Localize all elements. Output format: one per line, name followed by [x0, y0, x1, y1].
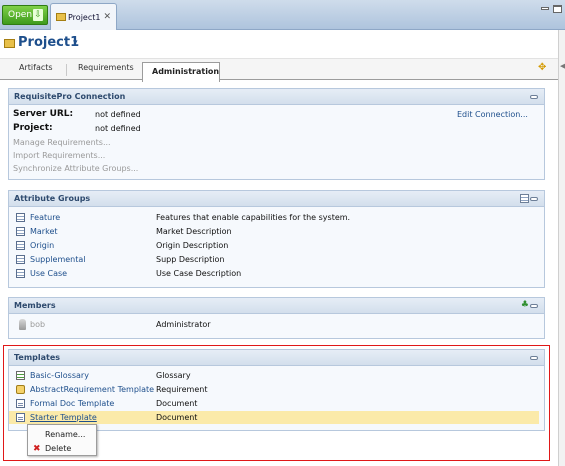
- open-label: Open: [8, 10, 33, 20]
- add-member-icon[interactable]: ♣: [521, 300, 529, 310]
- app-window: Open ⇩ Project1 ✕ Project1 ▾ ◀ Artifacts…: [0, 0, 565, 466]
- section-header[interactable]: Attribute Groups: [9, 191, 544, 207]
- server-url-value: not defined: [95, 110, 141, 119]
- pin-icon[interactable]: ✥: [538, 62, 550, 74]
- collapse-arrow-icon[interactable]: ◀: [560, 62, 565, 70]
- chevron-down-icon[interactable]: ▾: [73, 38, 78, 48]
- section-header[interactable]: RequisitePro Connection: [9, 89, 544, 105]
- top-toolbar: Open ⇩ Project1 ✕: [0, 0, 565, 30]
- editor-tab-project1[interactable]: Project1 ✕: [50, 3, 117, 30]
- collapse-icon[interactable]: [530, 95, 538, 99]
- attribute-group-description: Use Case Description: [156, 269, 242, 278]
- members-section: Members ♣ bob Administrator: [8, 297, 545, 339]
- attribute-groups-section: Attribute Groups Feature Features that e…: [8, 190, 545, 288]
- attribute-group-icon: [16, 241, 25, 250]
- context-menu: Rename... ✖ Delete: [27, 424, 97, 456]
- editor-header: Project1 ▾: [0, 30, 560, 58]
- attribute-group-link[interactable]: Use Case: [30, 269, 67, 281]
- section-header[interactable]: Members ♣: [9, 298, 544, 314]
- attribute-group-link[interactable]: Market: [30, 227, 58, 239]
- attribute-group-description: Origin Description: [156, 241, 229, 250]
- section-title: Members: [14, 301, 56, 310]
- open-button[interactable]: Open ⇩: [2, 5, 48, 25]
- attribute-group-description: Market Description: [156, 227, 232, 236]
- attribute-group-description: Features that enable capabilities for th…: [156, 213, 351, 222]
- folder-icon: [56, 13, 66, 21]
- rename-menu-item[interactable]: Rename...: [45, 430, 85, 439]
- collapse-icon[interactable]: [530, 304, 538, 308]
- attribute-group-description: Supp Description: [156, 255, 225, 264]
- tab-divider: [66, 64, 67, 76]
- maximize-button[interactable]: [553, 5, 562, 13]
- attribute-group-icon: [16, 255, 25, 264]
- delete-menu-item[interactable]: Delete: [45, 444, 71, 453]
- requisitepro-connection-section: RequisitePro Connection Server URL: not …: [8, 88, 545, 180]
- delete-icon: ✖: [33, 444, 41, 454]
- member-role: Administrator: [156, 320, 211, 329]
- attribute-group-icon: [16, 213, 25, 222]
- section-tabs: Artifacts Requirements Administration ✥: [0, 58, 558, 82]
- tab-artifacts[interactable]: Artifacts: [19, 63, 53, 72]
- project-label: Project:: [13, 123, 53, 133]
- member-name[interactable]: bob: [30, 320, 45, 332]
- synchronize-attribute-groups-action[interactable]: Synchronize Attribute Groups...: [13, 164, 138, 176]
- close-icon[interactable]: ✕: [103, 12, 111, 22]
- project-value: not defined: [95, 124, 141, 133]
- editor-tab-label: Project1: [68, 13, 101, 22]
- download-arrow-icon: ⇩: [33, 9, 43, 21]
- attribute-group-link[interactable]: Supplemental: [30, 255, 86, 267]
- attribute-group-icon: [16, 269, 25, 278]
- minimize-button[interactable]: [541, 7, 549, 10]
- tab-requirements[interactable]: Requirements: [78, 63, 134, 72]
- user-icon: [19, 319, 26, 330]
- project-folder-icon: [4, 39, 15, 48]
- attribute-group-link[interactable]: Feature: [30, 213, 60, 225]
- server-url-label: Server URL:: [13, 109, 74, 119]
- edit-connection-link[interactable]: Edit Connection...: [457, 110, 528, 122]
- section-title: Attribute Groups: [14, 194, 91, 203]
- collapse-icon[interactable]: [530, 197, 538, 201]
- attribute-group-link[interactable]: Origin: [30, 241, 54, 253]
- add-attribute-group-icon[interactable]: [520, 194, 529, 203]
- section-title: RequisitePro Connection: [14, 92, 126, 101]
- page-title: Project1: [18, 35, 80, 50]
- manage-requirements-action[interactable]: Manage Requirements...: [13, 138, 111, 150]
- side-collapse-bar[interactable]: ◀: [558, 30, 565, 466]
- import-requirements-action[interactable]: Import Requirements...: [13, 151, 105, 163]
- attribute-group-icon: [16, 227, 25, 236]
- tab-administration[interactable]: Administration: [142, 62, 220, 82]
